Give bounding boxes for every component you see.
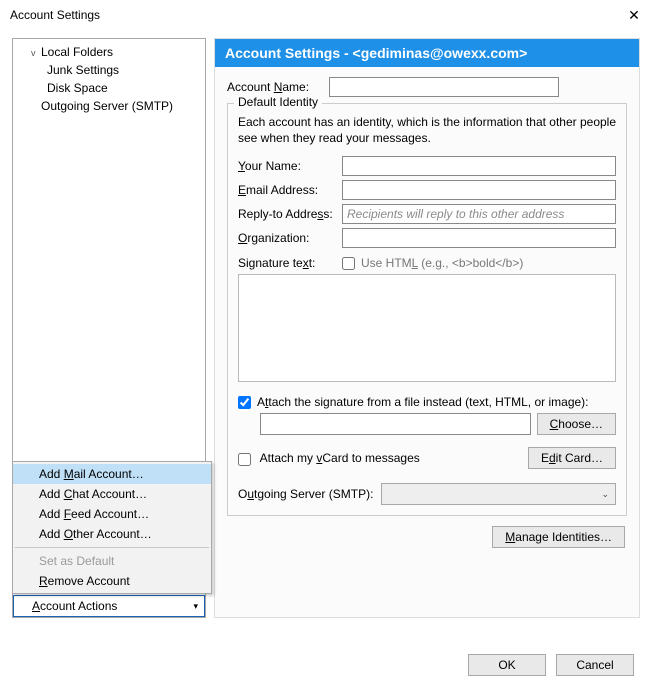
ok-button[interactable]: OK <box>468 654 546 676</box>
your-name-input[interactable] <box>342 156 616 176</box>
signature-file-input[interactable] <box>260 413 531 435</box>
attach-file-label: Attach the signature from a file instead… <box>257 395 589 409</box>
edit-card-button[interactable]: Edit Card… <box>528 447 616 469</box>
reply-to-label: Reply-to Address: <box>238 207 342 221</box>
chevron-down-icon: v <box>31 48 41 58</box>
account-name-input[interactable] <box>329 77 559 97</box>
window-title: Account Settings <box>10 8 100 22</box>
menu-add-feed-account[interactable]: Add Feed Account… <box>13 504 211 524</box>
menu-separator <box>15 547 209 548</box>
account-name-label: Account Name: <box>227 80 329 94</box>
dropdown-caret-icon: ▾ <box>193 601 198 612</box>
organization-input[interactable] <box>342 228 616 248</box>
your-name-label: Your Name: <box>238 159 342 173</box>
close-icon[interactable]: ✕ <box>622 7 646 24</box>
organization-label: Organization: <box>238 231 342 245</box>
outgoing-server-label: Outgoing Server (SMTP): <box>238 487 373 501</box>
signature-text-label: Signature text: <box>238 256 342 270</box>
attach-vcard-label: Attach my vCard to messages <box>260 451 420 465</box>
chevron-down-icon: ⌄ <box>601 489 609 500</box>
settings-pane: Account Settings - <gediminas@owexx.com>… <box>214 38 640 618</box>
menu-add-chat-account[interactable]: Add Chat Account… <box>13 484 211 504</box>
pane-banner: Account Settings - <gediminas@owexx.com> <box>215 39 639 67</box>
default-identity-group: Default Identity Each account has an ide… <box>227 103 627 516</box>
attach-vcard-checkbox[interactable] <box>238 453 251 466</box>
tree-item-disk-space[interactable]: Disk Space <box>13 79 205 97</box>
use-html-checkbox[interactable] <box>342 257 355 270</box>
tree-item-local-folders[interactable]: vLocal Folders <box>13 43 205 61</box>
cancel-button[interactable]: Cancel <box>556 654 634 676</box>
reply-to-input[interactable] <box>342 204 616 224</box>
tree-item-junk-settings[interactable]: Junk Settings <box>13 61 205 79</box>
email-label: Email Address: <box>238 183 342 197</box>
tree-label: Local Folders <box>41 45 113 59</box>
manage-identities-button[interactable]: Manage Identities… <box>492 526 625 548</box>
account-actions-menu: Add Mail Account… Add Chat Account… Add … <box>12 461 212 594</box>
signature-textarea[interactable] <box>238 274 616 382</box>
account-actions-label: ccount Actions <box>40 599 117 613</box>
account-actions-button[interactable]: Account Actions ▾ <box>13 595 205 617</box>
choose-file-button[interactable]: Choose… <box>537 413 616 435</box>
identity-description: Each account has an identity, which is t… <box>238 114 616 146</box>
use-html-label: Use HTML (e.g., <b>bold</b>) <box>361 256 523 270</box>
default-identity-legend: Default Identity <box>234 95 322 109</box>
menu-add-other-account[interactable]: Add Other Account… <box>13 524 211 544</box>
menu-add-mail-account[interactable]: Add Mail Account… <box>13 464 211 484</box>
email-input[interactable] <box>342 180 616 200</box>
tree-item-smtp[interactable]: Outgoing Server (SMTP) <box>13 97 205 115</box>
attach-file-checkbox[interactable] <box>238 396 251 409</box>
outgoing-server-select[interactable]: ⌄ <box>381 483 616 505</box>
menu-remove-account[interactable]: Remove Account <box>13 571 211 591</box>
menu-set-as-default: Set as Default <box>13 551 211 571</box>
